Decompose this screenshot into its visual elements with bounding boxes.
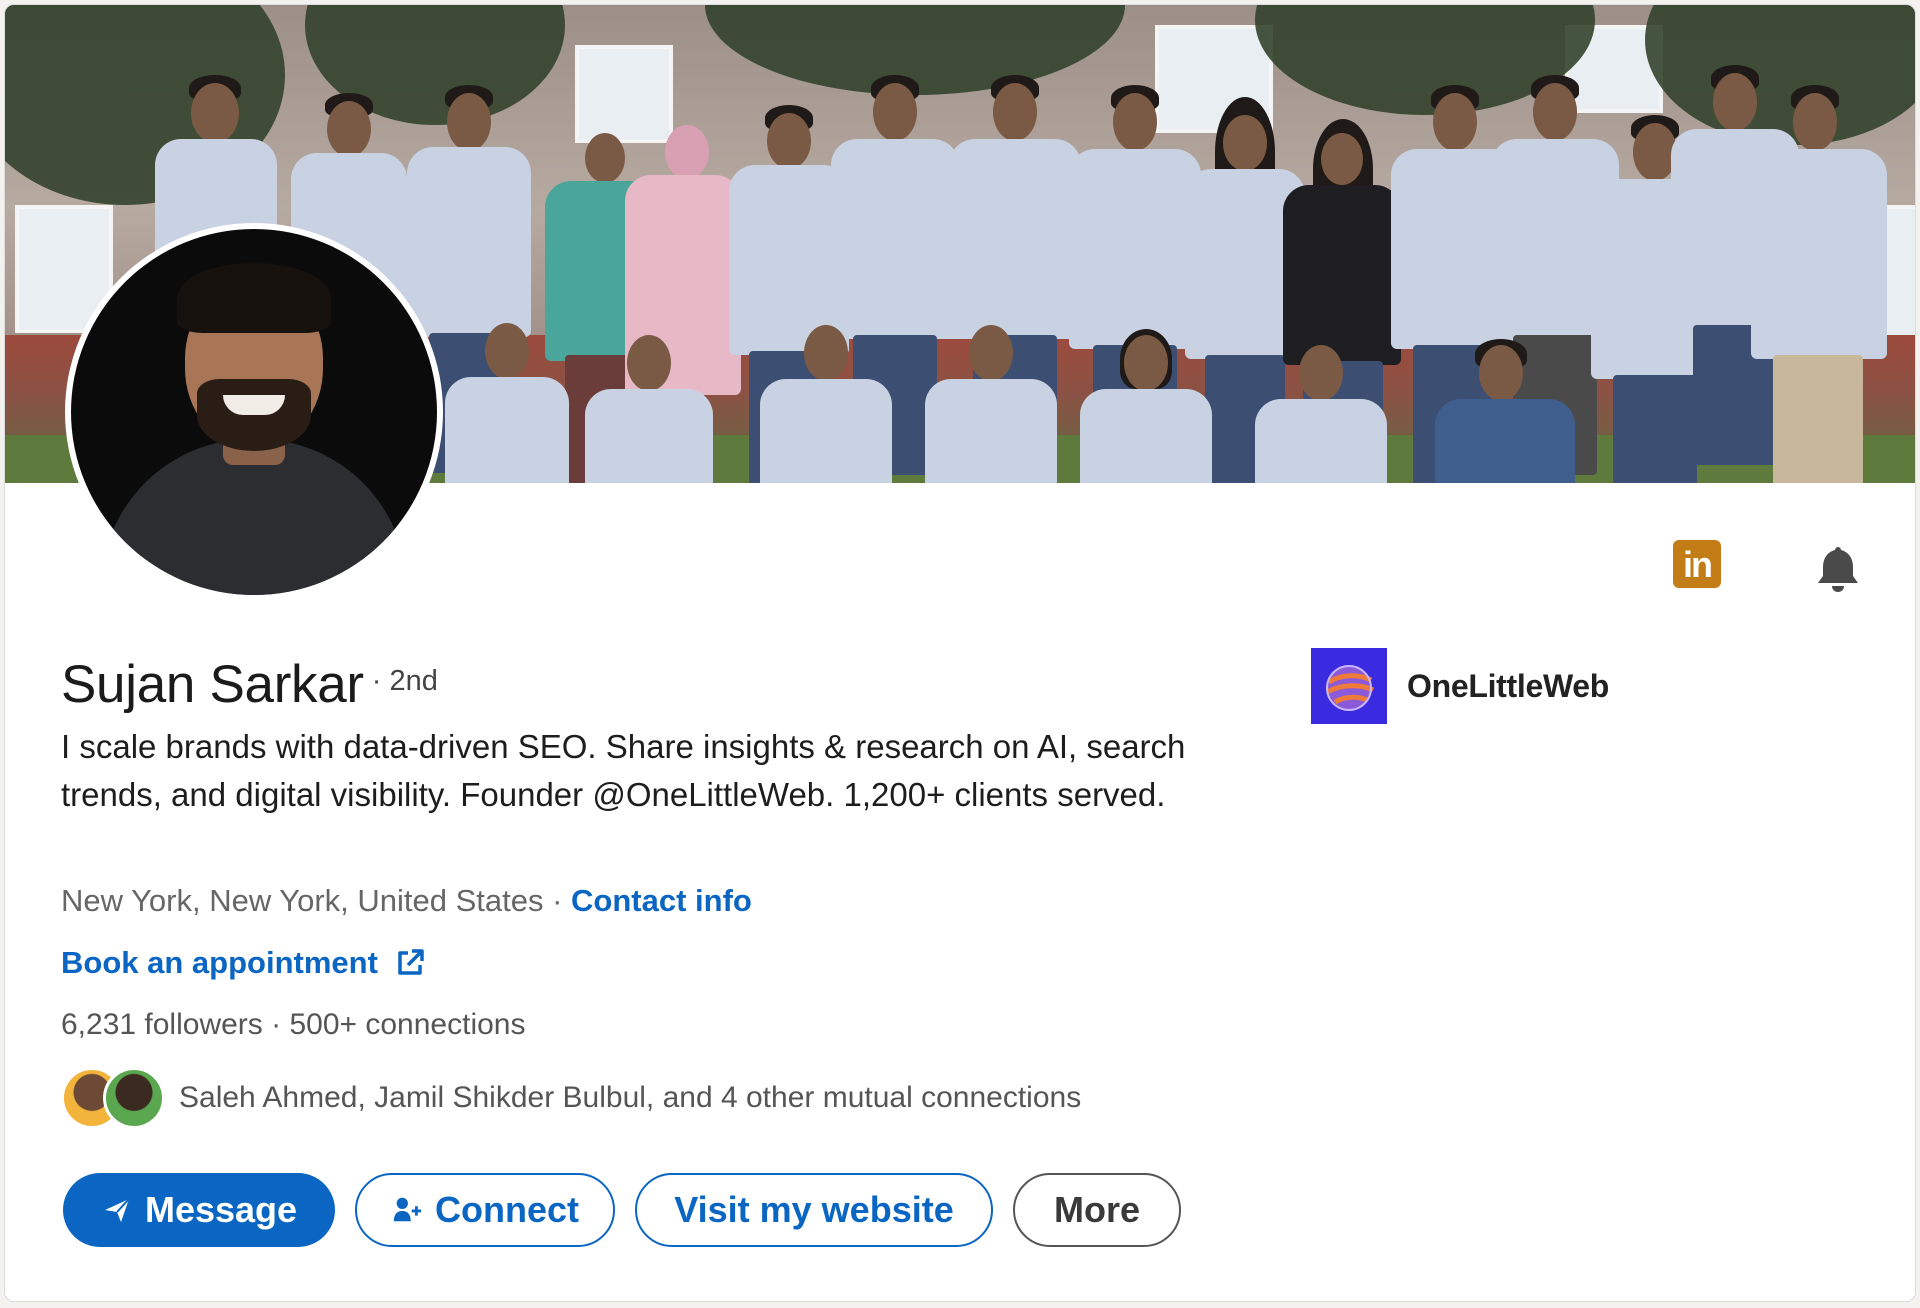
linkedin-premium-icon[interactable]: in [1673,540,1721,588]
send-icon [104,1198,130,1222]
add-person-icon [393,1197,422,1222]
connect-button[interactable]: Connect [355,1173,615,1247]
company-name: OneLittleWeb [1407,668,1610,704]
stats-row: 6,231 followers · 500+ connections [61,1005,525,1045]
location-row: New York, New York, United States · Cont… [61,880,752,922]
avatar-photo [71,229,437,595]
message-button[interactable]: Message [63,1173,335,1247]
profile-card: in Sujan Sarkar · 2nd I scale brands wit… [4,4,1916,1302]
profile-location: New York, New York, United States [61,883,544,918]
profile-avatar[interactable] [65,223,443,601]
message-label: Message [144,1189,298,1230]
action-buttons: Message Connect Visit my website More [63,1173,1181,1247]
profile-name: Sujan Sarkar [61,655,364,714]
bell-icon[interactable] [1811,543,1865,595]
visit-website-label: Visit my website [674,1189,954,1230]
mutual-connections-text: Saleh Ahmed, Jamil Shikder Bulbul, and 4… [179,1081,1082,1114]
name-row: Sujan Sarkar · 2nd [61,653,438,717]
connect-label: Connect [435,1189,579,1230]
followers-count: 6,231 followers [61,1008,263,1041]
separator: · [543,883,572,918]
contact-info-link[interactable]: Contact info [571,883,752,918]
more-label: More [1053,1189,1140,1230]
book-appointment-label: Book an appointment [61,945,378,980]
connections-count[interactable]: · 500+ connections [263,1008,525,1041]
book-appointment-link[interactable]: Book an appointment [61,942,426,984]
more-button[interactable]: More [1013,1173,1181,1247]
external-link-icon [398,949,424,975]
visit-website-button[interactable]: Visit my website [635,1173,993,1247]
current-company[interactable]: OneLittleWeb [1311,648,1609,724]
mutual-connections[interactable]: Saleh Ahmed, Jamil Shikder Bulbul, and 4… [61,1067,1081,1129]
mutual-avatar [103,1067,165,1129]
company-logo [1311,648,1387,724]
connection-degree: · 2nd [371,665,438,697]
profile-headline: I scale brands with data-driven SEO. Sha… [61,728,1186,813]
